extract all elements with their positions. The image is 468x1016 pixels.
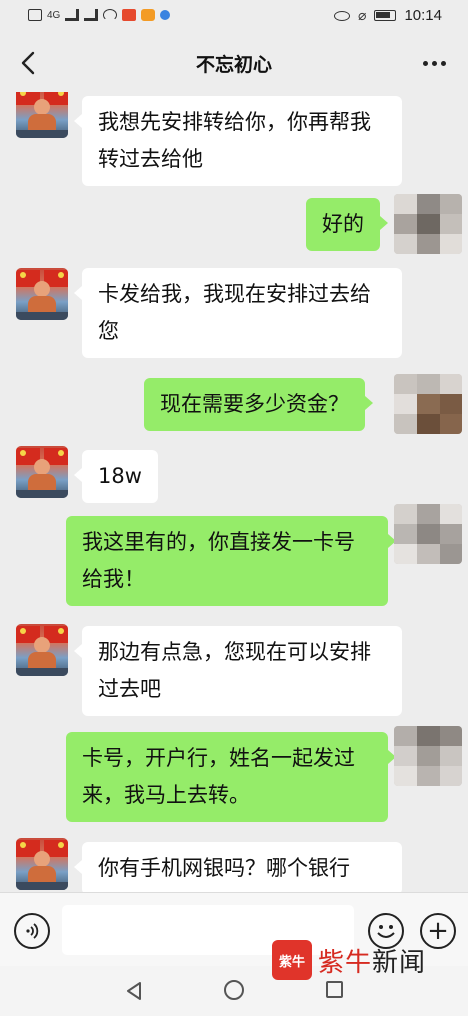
message-bubble-received[interactable]: 我想先安排转给你，你再帮我转过去给他 — [74, 96, 402, 186]
notification-orange-icon — [141, 9, 156, 21]
contact-avatar[interactable] — [16, 268, 68, 320]
message-bubble-received[interactable]: 那边有点急，您现在可以安排过去吧 — [74, 626, 402, 716]
notification-red-icon — [122, 9, 137, 21]
signal-label: 4G — [47, 9, 61, 21]
home-circle-icon[interactable] — [224, 980, 244, 1000]
message-bubble-sent[interactable]: 我这里有的，你直接发一卡号给我！ — [66, 516, 396, 606]
battery-icon — [374, 10, 397, 21]
message-bubble-sent[interactable]: 现在需要多少资金？ — [144, 378, 373, 431]
wifi-icon — [103, 9, 118, 21]
message-bubble-sent[interactable]: 卡号，开户行，姓名一起发过来，我马上去转。 — [66, 732, 396, 822]
recent-square-icon[interactable] — [326, 981, 343, 998]
my-avatar[interactable] — [394, 504, 462, 564]
contact-avatar[interactable] — [16, 838, 68, 890]
voice-icon[interactable] — [14, 913, 50, 949]
chat-title: 不忘初心 — [195, 54, 272, 76]
status-left-icons: 4G — [28, 9, 171, 21]
contact-avatar[interactable] — [16, 92, 68, 138]
hd-signal-icon — [84, 9, 99, 21]
status-bar: 4G ⌀ 10:14 — [0, 0, 468, 34]
back-triangle-icon[interactable] — [125, 981, 143, 1001]
signal-icon — [65, 9, 80, 21]
eye-icon — [334, 10, 351, 21]
watermark: 紫牛 紫牛新闻 — [272, 940, 426, 980]
sim-icon — [28, 9, 42, 21]
message-bubble-received[interactable]: 18w — [74, 450, 158, 503]
status-time: 10:14 — [404, 7, 442, 24]
my-avatar[interactable] — [394, 194, 462, 254]
chat-header: 不忘初心 — [0, 34, 468, 92]
contact-avatar[interactable] — [16, 446, 68, 498]
message-bubble-sent[interactable]: 好的 — [306, 198, 388, 251]
watermark-logo: 紫牛 — [272, 940, 312, 980]
watermark-text-red: 紫牛 — [318, 947, 373, 978]
message-bubble-received[interactable]: 你有手机网银吗？哪个银行 — [74, 842, 402, 892]
message-bubble-received[interactable]: 卡发给我，我现在安排过去给您 — [74, 268, 402, 358]
my-avatar[interactable] — [394, 374, 462, 434]
notification-blue-icon — [160, 10, 171, 20]
status-right-icons: ⌀ 10:14 — [334, 7, 442, 24]
more-dots-icon[interactable] — [418, 48, 450, 78]
chat-message-list[interactable]: 我想先安排转给你，你再帮我转过去给他 好的 卡发给我，我现在安排过去给您 现在需… — [0, 92, 468, 892]
my-avatar[interactable] — [394, 726, 462, 786]
watermark-text: 紫牛新闻 — [318, 942, 426, 979]
mute-icon: ⌀ — [358, 7, 367, 24]
watermark-text-dark: 新闻 — [372, 947, 427, 978]
contact-avatar[interactable] — [16, 624, 68, 676]
